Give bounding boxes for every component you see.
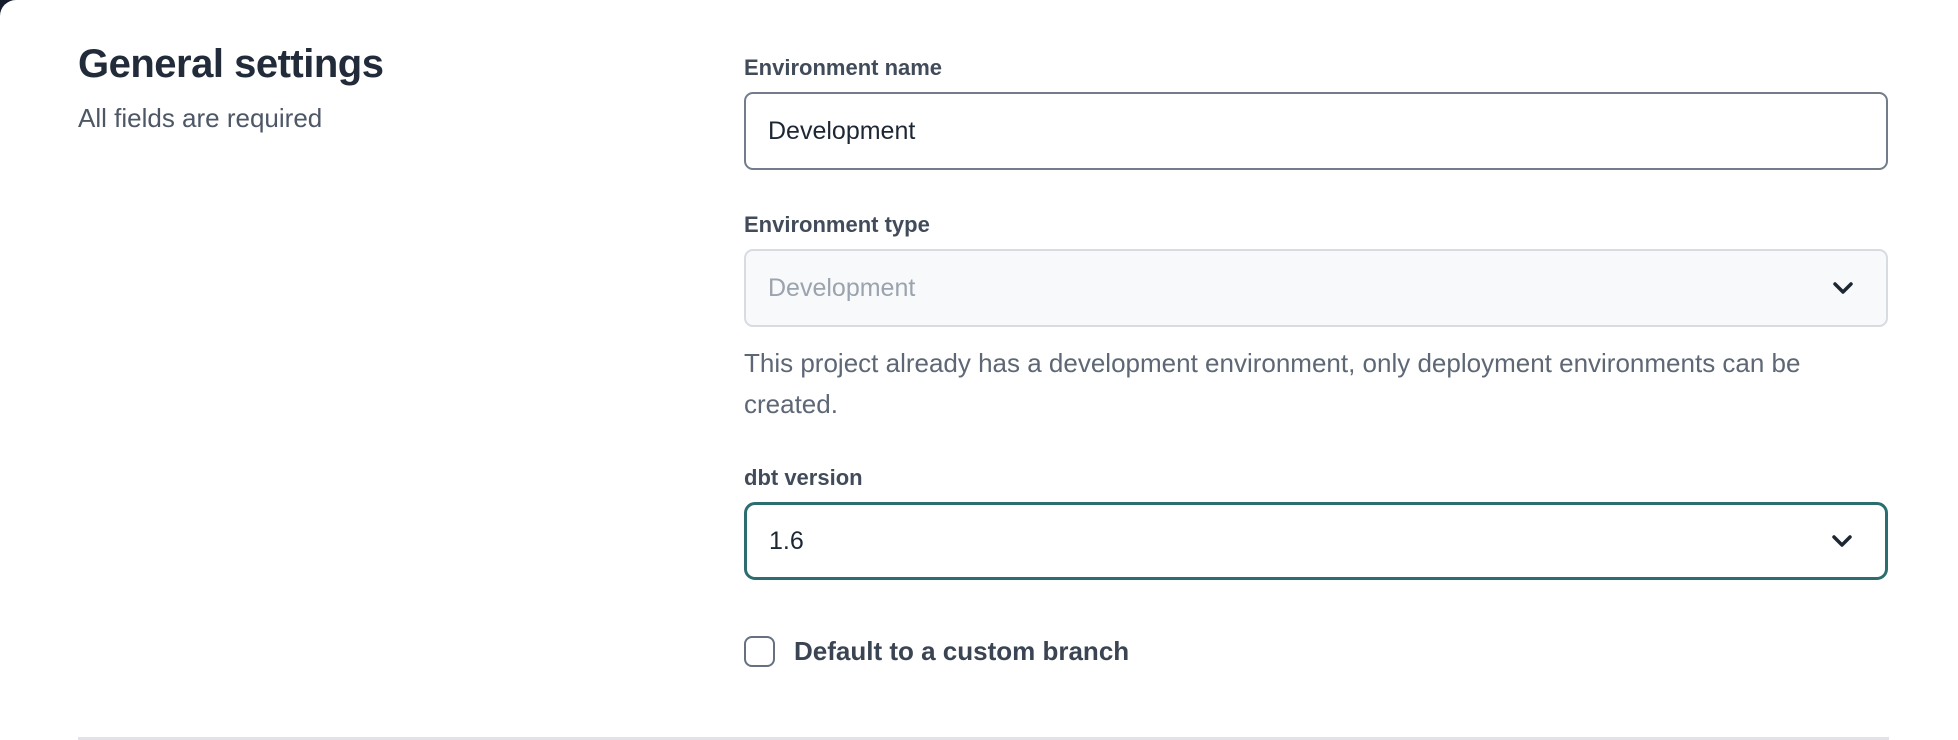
general-settings-section: General settings All fields are required…	[0, 0, 1958, 667]
dbt-version-value: 1.6	[769, 527, 804, 556]
section-header: General settings All fields are required	[78, 42, 744, 667]
environment-name-input[interactable]	[744, 92, 1888, 170]
environment-form: Environment name Environment type Develo…	[744, 42, 1888, 667]
environment-name-label: Environment name	[744, 55, 1888, 81]
custom-branch-checkbox[interactable]	[744, 636, 775, 667]
environment-type-select: Development	[744, 249, 1888, 327]
page-subtitle: All fields are required	[78, 103, 744, 134]
dbt-version-label: dbt version	[744, 465, 1888, 491]
settings-card: General settings All fields are required…	[0, 0, 1958, 740]
custom-branch-label[interactable]: Default to a custom branch	[794, 636, 1129, 667]
environment-type-value: Development	[768, 274, 915, 303]
chevron-down-icon	[1825, 524, 1859, 558]
dbt-version-select[interactable]: 1.6	[744, 502, 1888, 580]
dbt-version-field: dbt version 1.6	[744, 465, 1888, 580]
environment-type-label: Environment type	[744, 212, 1888, 238]
environment-type-field: Environment type Development This projec…	[744, 212, 1888, 425]
custom-branch-row: Default to a custom branch	[744, 636, 1888, 667]
environment-name-field: Environment name	[744, 55, 1888, 170]
environment-type-help-text: This project already has a development e…	[744, 343, 1854, 425]
chevron-down-icon	[1826, 271, 1860, 305]
page-title: General settings	[78, 42, 744, 87]
